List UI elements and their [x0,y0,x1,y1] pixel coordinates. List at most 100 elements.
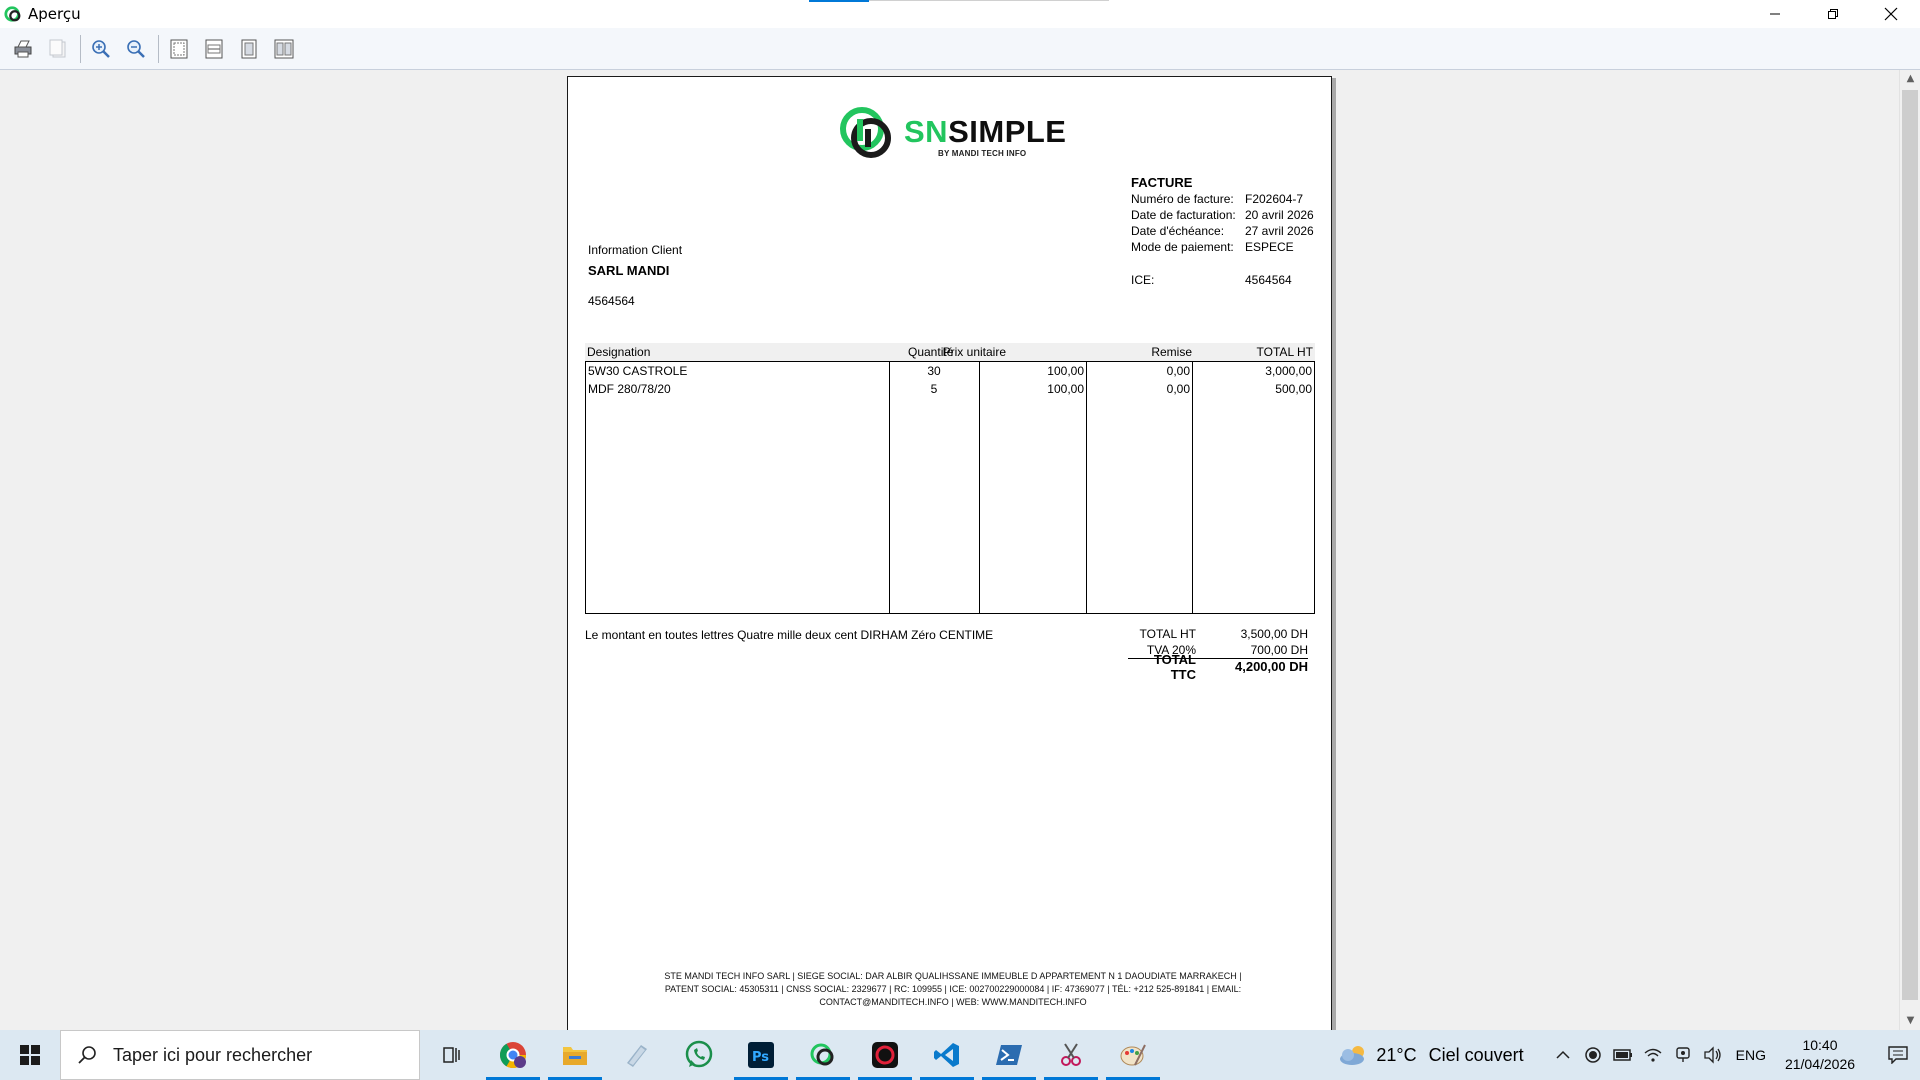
total-ht-value: 3,500,00 DH [1240,627,1308,641]
logo-sn-text: SN [904,114,949,149]
record-icon [872,1042,898,1068]
clock-date: 21/04/2026 [1784,1056,1856,1072]
taskbar-whatsapp[interactable] [668,1030,730,1080]
fit-page-button[interactable] [164,34,194,64]
speaker-icon [1704,1046,1721,1064]
title-bar: Aperçu [0,0,1920,28]
clock[interactable]: 10:40 21/04/2026 [1778,1036,1862,1074]
notifications-button[interactable] [1876,1030,1920,1080]
due-date-label: Date d'échéance: [1131,224,1225,238]
due-date: 27 avril 2026 [1245,224,1314,238]
task-view-button[interactable] [420,1030,482,1080]
invoice-number-label: Numéro de facture: [1131,192,1234,206]
row2-quantite: 5 [930,382,938,396]
single-page-icon [241,39,257,58]
snsimple-app-icon [810,1043,834,1066]
taskbar-vscode[interactable] [916,1030,978,1080]
whatsapp-icon [685,1040,713,1068]
taskbar-snsimple[interactable] [792,1030,854,1080]
print-button[interactable] [8,34,38,64]
wifi-icon [1644,1048,1662,1062]
notebook-icon [627,1045,647,1067]
logo-tagline: BY MANDI TECH INFO [938,149,1027,158]
taskbar-snipping-tool[interactable] [1040,1030,1102,1080]
network-button[interactable] [1638,1030,1668,1080]
weather-temperature: 21°C [1376,1044,1417,1065]
taskbar-app-notes[interactable] [606,1030,668,1080]
logo-simple-text: SIMPLE [948,114,1067,149]
restore-icon [1828,9,1838,19]
tray-record-button[interactable] [1578,1030,1608,1080]
taskbar-photoshop[interactable]: Ps [730,1030,792,1080]
paint-icon [1120,1044,1146,1066]
row2-designation: MDF 280/78/20 [588,382,671,396]
chrome-icon [499,1042,527,1069]
col-prix-unitaire: Prix unitaire [942,345,1006,359]
table-divider [1192,362,1193,613]
notification-icon [1888,1046,1908,1064]
taskbar-search[interactable]: Taper ici pour rechercher [60,1030,420,1080]
location-button[interactable] [1668,1030,1698,1080]
snsimple-logo-icon [840,107,891,158]
weather-widget[interactable]: 21°C Ciel couvert [1338,1044,1524,1066]
col-designation: Designation [587,345,651,359]
scroll-up-icon[interactable]: ▲ [1900,70,1920,88]
task-view-icon [443,1047,460,1063]
two-pages-button[interactable] [269,34,299,64]
table-divider [889,362,890,613]
row2-total: 500,00 [1275,382,1312,396]
start-button[interactable] [0,1030,60,1080]
fit-width-icon [205,39,223,58]
search-icon [78,1046,96,1064]
battery-icon [1612,1049,1632,1061]
invoice-date: 20 avril 2026 [1245,208,1314,222]
totals-block: TOTAL HT 3,500,00 DH TVA 20% 700,00 DH TOT… [1128,626,1308,682]
zoom-in-button[interactable] [86,34,116,64]
total-ht-label: TOTAL HT [1139,627,1196,641]
taskbar-paint[interactable] [1102,1030,1164,1080]
taskbar-recorder[interactable] [854,1030,916,1080]
scrollbar-thumb[interactable] [1902,90,1918,1000]
minimize-icon [1770,13,1780,15]
taskbar: Taper ici pour rechercher Ps 21°C Ciel c… [0,1030,1920,1080]
scroll-down-icon[interactable]: ▼ [1900,1012,1920,1030]
row1-designation: 5W30 CASTROLE [588,364,688,378]
close-button[interactable] [1862,0,1920,28]
window-title: Aperçu [28,5,81,23]
invoice-date-label: Date de facturation: [1131,208,1236,222]
invoice-page: SNSIMPLE BY MANDI TECH INFO FACTURE Numé… [567,76,1332,1030]
scissors-icon [1061,1043,1081,1066]
taskbar-chrome[interactable] [482,1030,544,1080]
copy-icon [49,39,66,57]
table-divider [979,362,980,613]
app-logo-icon [4,6,21,22]
show-hidden-icons-button[interactable] [1548,1030,1578,1080]
footer-line-3: CONTACT@MANDITECH.INFO | WEB: WWW.MANDIT… [819,997,1087,1007]
preview-area[interactable]: SNSIMPLE BY MANDI TECH INFO FACTURE Numé… [0,70,1899,1030]
restore-button[interactable] [1804,0,1862,28]
row1-quantite: 30 [927,364,941,378]
copy-button[interactable] [43,34,73,64]
company-logo: SNSIMPLE BY MANDI TECH INFO [838,105,1066,163]
volume-button[interactable] [1698,1030,1728,1080]
language-indicator[interactable]: ENG [1736,1047,1766,1063]
zoom-out-button[interactable] [121,34,151,64]
taskbar-powershell[interactable] [978,1030,1040,1080]
chevron-up-icon [1556,1050,1570,1059]
minimize-button[interactable] [1746,0,1804,28]
toolbar-separator [158,34,159,63]
single-page-button[interactable] [234,34,264,64]
printer-icon [14,40,32,57]
client-info: Information Client SARL MANDI 4564564 [588,243,682,308]
fit-width-button[interactable] [199,34,229,64]
vertical-scrollbar[interactable]: ▲ ▼ [1899,70,1920,1030]
footer-line-2: PATENT SOCIAL: 45305311 | CNSS SOCIAL: 2… [664,984,1242,994]
two-pages-icon [274,39,294,58]
vscode-icon [934,1043,959,1067]
preview-toolbar [0,28,1920,70]
total-ttc-label: TOTAL TTC [1153,651,1196,682]
taskbar-file-explorer[interactable] [544,1030,606,1080]
weather-condition: Ciel couvert [1428,1044,1524,1065]
clock-time: 10:40 [1802,1037,1838,1053]
battery-button[interactable] [1608,1030,1638,1080]
